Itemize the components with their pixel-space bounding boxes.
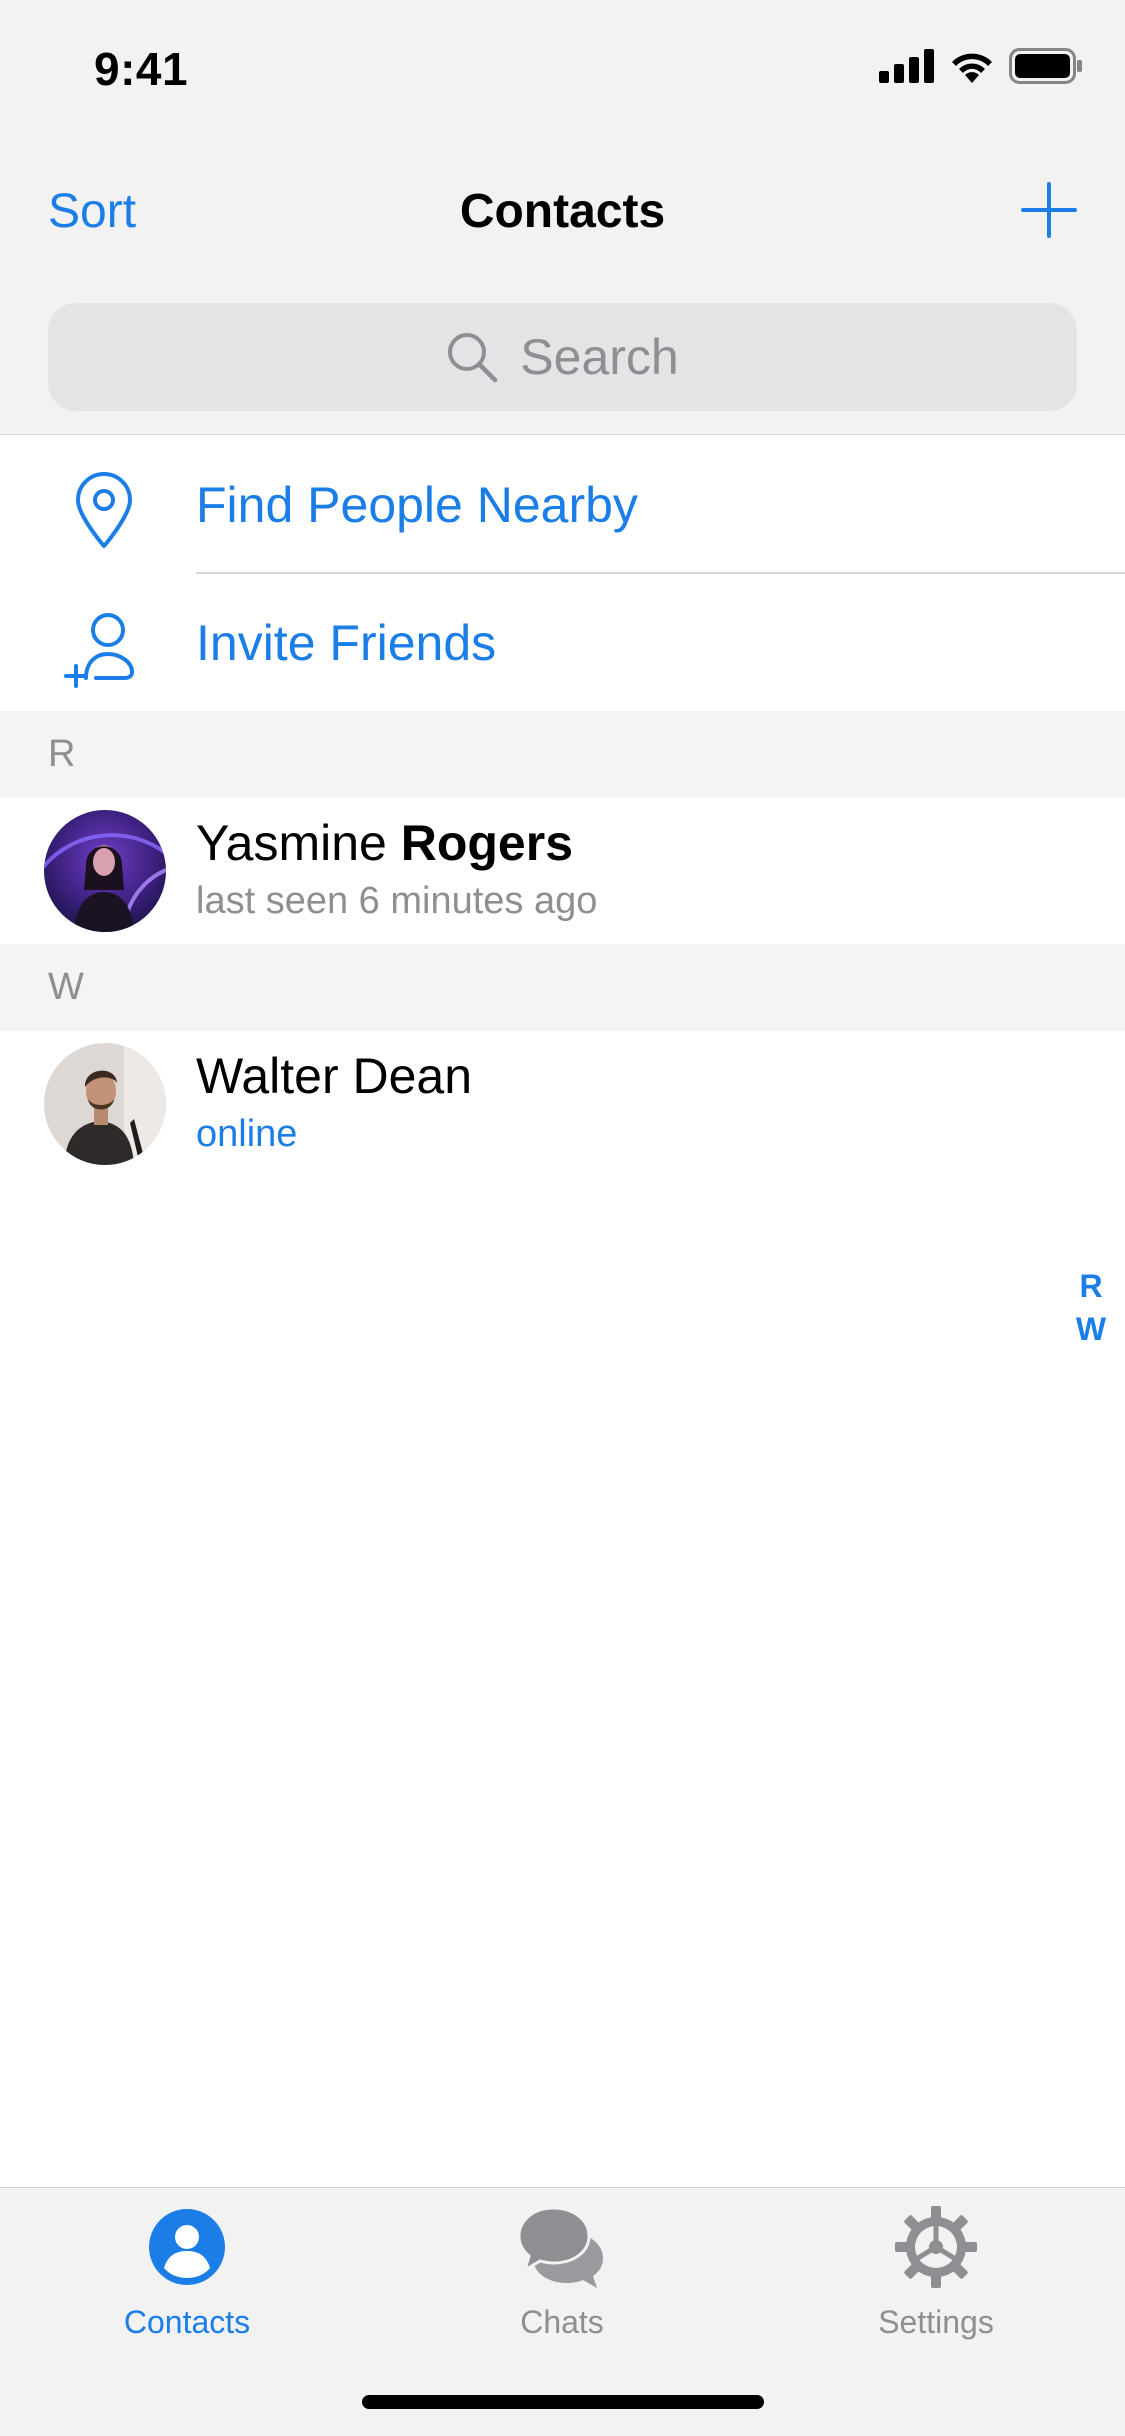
contact-name: Yasmine Rogers xyxy=(196,814,573,872)
page-title: Contacts xyxy=(459,185,666,238)
sort-button[interactable]: Sort xyxy=(48,184,136,239)
last-name: Rogers xyxy=(400,815,573,871)
status-icons xyxy=(879,48,1083,84)
first-name: Walter xyxy=(196,1048,339,1104)
first-name: Yasmine xyxy=(196,815,387,871)
section-letter: R xyxy=(48,733,76,775)
contact-row-walter-dean[interactable]: Walter Dean online xyxy=(0,1031,1125,1177)
chat-bubbles-icon xyxy=(517,2206,603,2288)
tab-label: Chats xyxy=(520,2304,604,2340)
header-area: 9:41 Sort Contacts Search xyxy=(0,0,1125,435)
contact-status: online xyxy=(196,1113,298,1155)
add-person-icon xyxy=(64,613,135,688)
index-letter-r[interactable]: R xyxy=(1079,1268,1102,1305)
last-name: Dean xyxy=(352,1048,473,1104)
tab-settings[interactable]: Settings xyxy=(811,2202,1061,2352)
section-header-w: W xyxy=(0,944,1125,1031)
status-bar: 9:41 xyxy=(0,0,1125,140)
invite-friends-row[interactable]: Invite Friends xyxy=(0,574,1125,711)
signal-icon xyxy=(879,49,934,83)
contact-name: Walter Dean xyxy=(196,1047,472,1105)
avatar xyxy=(44,1043,166,1165)
search-placeholder: Search xyxy=(520,329,679,385)
invite-friends-label: Invite Friends xyxy=(196,615,497,671)
search-input[interactable]: Search xyxy=(48,303,1077,411)
tab-label: Settings xyxy=(878,2304,994,2340)
status-time: 9:41 xyxy=(94,43,189,95)
contact-status: last seen 6 minutes ago xyxy=(196,880,598,922)
contact-row-yasmine-rogers[interactable]: Yasmine Rogers last seen 6 minutes ago xyxy=(0,798,1125,944)
section-header-r: R xyxy=(0,711,1125,798)
avatar xyxy=(44,810,166,932)
add-contact-button[interactable] xyxy=(1021,182,1077,238)
gear-icon xyxy=(895,2206,977,2288)
search-icon xyxy=(448,333,498,383)
tab-contacts[interactable]: Contacts xyxy=(62,2202,312,2352)
tab-label: Contacts xyxy=(123,2304,251,2340)
section-letter: W xyxy=(48,966,84,1008)
wifi-icon xyxy=(952,53,992,83)
contacts-screen: 9:41 Sort Contacts Search Find People Ne… xyxy=(0,0,1125,2436)
navigation-bar: Sort Contacts xyxy=(0,170,1125,260)
battery-icon xyxy=(1009,48,1082,84)
tab-bar: Contacts Chats Settings xyxy=(0,2187,1125,2436)
index-letter-w[interactable]: W xyxy=(1076,1311,1106,1348)
location-pin-icon xyxy=(76,472,132,548)
find-people-nearby-label: Find People Nearby xyxy=(196,477,638,533)
find-people-nearby-row[interactable]: Find People Nearby xyxy=(0,436,1125,573)
person-circle-icon xyxy=(149,2209,225,2285)
section-index[interactable]: R W xyxy=(1071,1268,1111,1348)
tab-chats[interactable]: Chats xyxy=(437,2202,687,2352)
home-indicator xyxy=(362,2395,764,2409)
